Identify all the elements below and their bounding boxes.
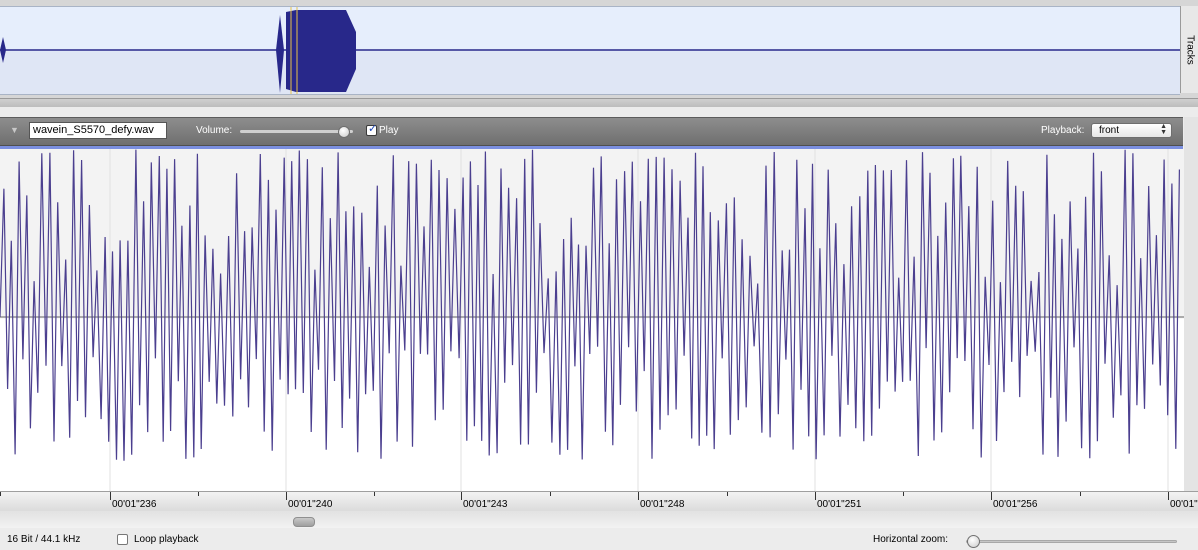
volume-slider[interactable]	[240, 126, 353, 138]
zoom-slider-track	[966, 540, 1177, 543]
overview-waveform[interactable]	[0, 6, 1180, 95]
tracks-tab[interactable]: Tracks	[1180, 6, 1198, 93]
horizontal-zoom-slider[interactable]	[966, 535, 1177, 548]
ruler-tick	[1168, 492, 1169, 500]
ruler-minor-tick	[198, 492, 199, 496]
ruler-minor-tick	[374, 492, 375, 496]
track-name-field[interactable]: wavein_S5570_defy.wav	[29, 122, 167, 139]
play-label: Play	[379, 125, 399, 136]
zoom-slider-knob[interactable]	[967, 535, 980, 548]
ruler-tick	[815, 492, 816, 500]
ruler-tick	[110, 492, 111, 500]
tracks-tab-label: Tracks	[1184, 35, 1196, 65]
overview-pane: Tracks	[0, 0, 1198, 98]
ruler-tick-label: 00'01"236	[112, 499, 157, 510]
ruler-tick-label: 00'01"240	[288, 499, 333, 510]
waveform-view[interactable]	[0, 146, 1184, 491]
audio-format: 16 Bit / 44.1 kHz	[7, 534, 81, 545]
overview-waveform-graphic	[0, 7, 1180, 94]
status-bar: 16 Bit / 44.1 kHz Loop playback Horizont…	[0, 528, 1198, 550]
playback-selected-value: front	[1099, 125, 1120, 136]
right-gutter	[1184, 117, 1198, 507]
checkmark-icon: ✓	[368, 123, 378, 135]
volume-slider-knob[interactable]	[337, 126, 350, 138]
playback-label: Playback:	[1041, 125, 1085, 136]
time-ruler: 00'01"236 00'01"240 00'01"243 00'01"248 00'0…	[0, 491, 1198, 513]
ruler-minor-tick	[727, 492, 728, 496]
ruler-tick-label: 00'01"248	[640, 499, 685, 510]
scrollbar-thumb[interactable]	[293, 517, 315, 527]
loop-playback-checkbox[interactable]	[117, 534, 128, 545]
play-checkbox[interactable]: ✓	[366, 123, 378, 136]
ruler-minor-tick	[550, 492, 551, 496]
volume-label: Volume:	[196, 125, 233, 136]
ruler-minor-tick	[903, 492, 904, 496]
ruler-tick-label: 00'01"243	[463, 499, 508, 510]
track-panel: ▼ wavein_S5570_defy.wav Volume: ✓ Play P…	[0, 107, 1198, 550]
ruler-tick-label: 00'01"256	[993, 499, 1038, 510]
collapse-arrow-icon[interactable]: ▼	[10, 125, 19, 135]
ruler-tick	[638, 492, 639, 500]
ruler-minor-tick	[1080, 492, 1081, 496]
playback-select[interactable]: front ▲ ▼	[1091, 123, 1172, 138]
waveform-graphic	[0, 146, 1184, 491]
ruler-tick-label: 00'01"2	[1170, 499, 1198, 510]
selection-bar	[0, 146, 1183, 149]
horizontal-scrollbar[interactable]	[0, 511, 1198, 529]
select-arrows-icon: ▲ ▼	[1160, 123, 1167, 136]
track-header: ▼ wavein_S5570_defy.wav Volume: ✓ Play P…	[0, 117, 1183, 146]
ruler-tick	[461, 492, 462, 500]
ruler-tick	[286, 492, 287, 500]
ruler-minor-tick	[0, 492, 1, 496]
horizontal-zoom-label: Horizontal zoom:	[873, 534, 949, 545]
loop-playback-label: Loop playback	[134, 534, 199, 545]
ruler-tick	[991, 492, 992, 500]
volume-slider-track	[240, 130, 353, 133]
waveform-line	[0, 149, 1180, 461]
ruler-tick-label: 00'01"251	[817, 499, 862, 510]
